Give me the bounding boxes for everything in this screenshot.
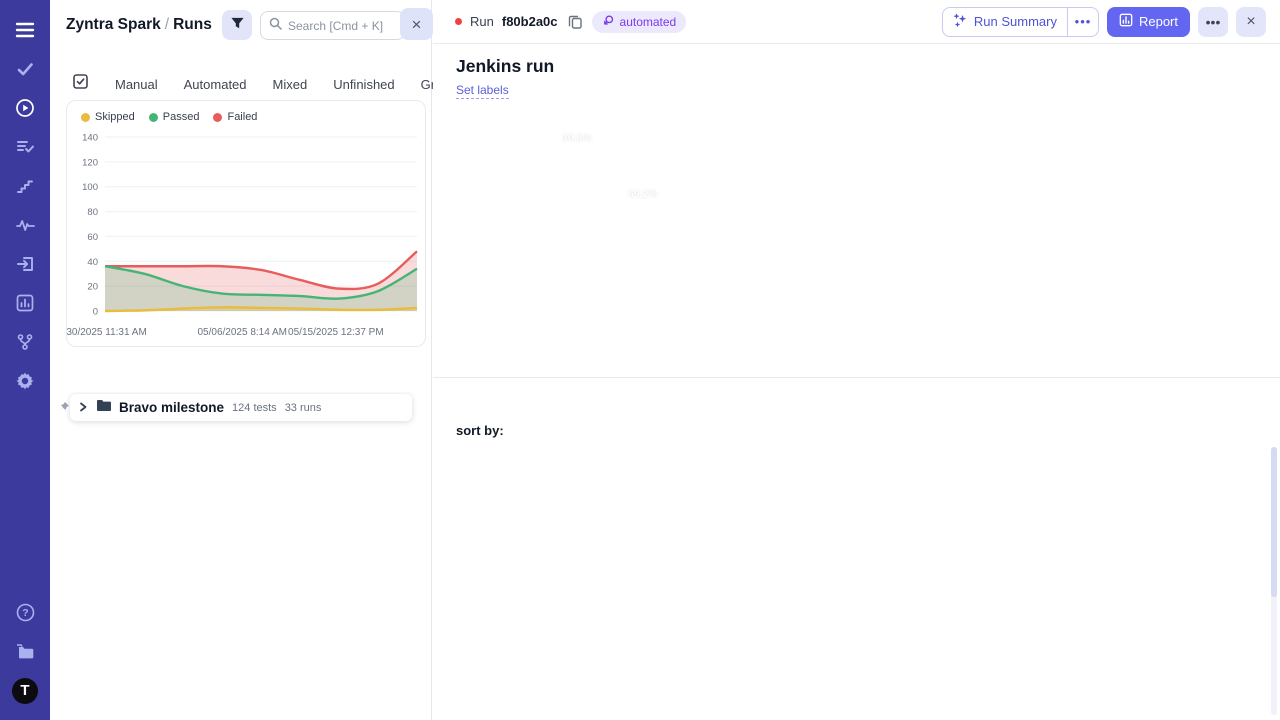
check-icon[interactable] xyxy=(0,49,50,88)
automated-run-icon xyxy=(602,14,615,30)
tabs-divider xyxy=(433,377,1280,378)
legend-label: Skipped xyxy=(95,111,135,123)
run-result-donut: 30.8% 69.2% xyxy=(548,100,684,236)
legend-dot xyxy=(213,113,222,122)
sort-by-row: sort by: xyxy=(456,423,504,438)
runs-tab-manual[interactable]: Manual xyxy=(115,77,158,92)
svg-text:0: 0 xyxy=(93,307,98,318)
set-labels-link[interactable]: Set labels xyxy=(456,83,509,99)
run-summary-label: Run Summary xyxy=(974,14,1057,29)
copy-run-id-button[interactable] xyxy=(566,12,584,31)
runs-panel: Zyntra Spark/Runs × Manual Automated Mixed… xyxy=(50,0,432,720)
run-label: Run xyxy=(470,14,494,29)
runs-icon[interactable] xyxy=(0,88,50,127)
close-run-detail-button[interactable]: × xyxy=(1236,7,1266,37)
section-name: Runs xyxy=(173,16,212,33)
svg-text:100: 100 xyxy=(82,182,98,193)
help-icon[interactable]: ? xyxy=(0,593,50,632)
breadcrumb: Zyntra Spark/Runs xyxy=(66,16,212,34)
trend-x-tick: 05/06/2025 8:14 AM xyxy=(198,327,288,338)
donut-label-failed: 30.8% xyxy=(562,132,592,144)
run-status-dot xyxy=(455,18,462,25)
analytics-icon[interactable] xyxy=(0,283,50,322)
close-runs-panel-button[interactable]: × xyxy=(400,8,433,40)
run-id: f80b2a0c xyxy=(502,14,558,29)
legend-dot xyxy=(149,113,158,122)
pulse-icon[interactable] xyxy=(0,205,50,244)
automated-badge-label: automated xyxy=(620,15,677,29)
trend-x-tick: 05/15/2025 12:37 PM xyxy=(288,327,384,338)
trend-chart-plot: 0 20 40 60 80 100 120 140 xyxy=(69,129,425,325)
settings-gear-icon[interactable] xyxy=(0,361,50,400)
svg-text:?: ? xyxy=(22,607,28,619)
projects-folder-icon[interactable] xyxy=(0,632,50,671)
logo-letter: T xyxy=(12,678,38,704)
tests-scrollbar-thumb[interactable] xyxy=(1271,447,1277,597)
project-name[interactable]: Zyntra Spark xyxy=(66,16,161,33)
legend-dot xyxy=(81,113,90,122)
topbar-actions: Run Summary ••• Report ••• × xyxy=(942,7,1266,37)
report-label: Report xyxy=(1139,14,1178,29)
run-summary-split-button: Run Summary ••• xyxy=(942,7,1099,37)
trend-chart-legend: Skipped Passed Failed xyxy=(81,111,257,123)
test-list-icon[interactable] xyxy=(0,127,50,166)
menu-icon[interactable] xyxy=(0,10,50,49)
donut-label-passed: 69.2% xyxy=(628,188,658,200)
funnel-icon xyxy=(230,16,245,34)
run-summary-more-button[interactable]: ••• xyxy=(1068,14,1098,29)
milestone-runs-count: 33 runs xyxy=(285,402,322,414)
tests-list xyxy=(433,444,1280,720)
tests-scrollbar-track[interactable] xyxy=(1271,447,1277,715)
runs-search[interactable] xyxy=(260,11,405,40)
milestone-row[interactable]: Bravo milestone 124 tests 33 runs xyxy=(70,394,412,421)
runs-search-input[interactable] xyxy=(288,19,396,33)
sidebar: ? T xyxy=(0,0,50,720)
chevron-right-icon[interactable] xyxy=(78,399,88,417)
report-button[interactable]: Report xyxy=(1107,7,1190,37)
runs-trend-chart: Skipped Passed Failed 0 20 40 60 80 100 120 140 4… xyxy=(66,100,426,347)
svg-text:40: 40 xyxy=(87,257,98,268)
trend-legend-item-failed[interactable]: Failed xyxy=(213,111,257,123)
svg-text:140: 140 xyxy=(82,133,98,144)
report-chart-icon xyxy=(1119,13,1133,30)
trend-x-tick: 4/30/2025 11:31 AM xyxy=(66,327,147,338)
trend-legend-item-passed[interactable]: Passed xyxy=(149,111,200,123)
run-detail-panel: Run f80b2a0c automated Run Summary ••• xyxy=(433,0,1280,720)
app-logo[interactable]: T xyxy=(0,671,50,710)
svg-text:20: 20 xyxy=(87,282,98,293)
trend-legend-item-skipped[interactable]: Skipped xyxy=(81,111,135,123)
trend-chart-x-axis: 4/30/2025 11:31 AM 05/06/2025 8:14 AM05/1… xyxy=(67,327,425,343)
run-summary-button[interactable]: Run Summary xyxy=(943,13,1067,31)
pin-icon xyxy=(58,400,70,418)
select-runs-icon[interactable] xyxy=(72,73,89,95)
search-icon xyxy=(269,17,282,35)
more-actions-button[interactable]: ••• xyxy=(1198,7,1228,37)
svg-text:120: 120 xyxy=(82,157,98,168)
import-icon[interactable] xyxy=(0,244,50,283)
svg-text:60: 60 xyxy=(87,232,98,243)
runs-tab-mixed[interactable]: Mixed xyxy=(273,77,308,92)
donut-chart xyxy=(548,100,684,236)
milestone-tests-count: 124 tests xyxy=(232,402,277,414)
milestone-name: Bravo milestone xyxy=(119,400,224,415)
legend-label: Passed xyxy=(163,111,200,123)
runs-tab-automated[interactable]: Automated xyxy=(184,77,247,92)
sort-by-label: sort by: xyxy=(456,423,504,438)
breadcrumb-separator: / xyxy=(161,16,173,33)
run-detail-topbar: Run f80b2a0c automated Run Summary ••• xyxy=(433,0,1280,44)
runs-panel-header: Zyntra Spark/Runs × xyxy=(50,0,431,56)
run-title: Jenkins run xyxy=(456,56,554,77)
legend-label: Failed xyxy=(227,111,257,123)
app: ? T Zyntra Spark/Runs × ManualAutomatedM xyxy=(0,0,1280,720)
filter-button[interactable] xyxy=(222,10,252,40)
runs-tab-unfinished[interactable]: Unfinished xyxy=(333,77,394,92)
runs-filter-tabs: ManualAutomatedMixedUnfinishedGroups xyxy=(50,70,431,98)
runs-list: Bravo milestone 124 tests 33 runs xyxy=(50,392,431,720)
branches-icon[interactable] xyxy=(0,322,50,361)
svg-text:80: 80 xyxy=(87,207,98,218)
folder-icon xyxy=(96,399,111,417)
sparkles-icon xyxy=(953,13,968,31)
automated-badge[interactable]: automated xyxy=(592,11,687,33)
steps-icon[interactable] xyxy=(0,166,50,205)
